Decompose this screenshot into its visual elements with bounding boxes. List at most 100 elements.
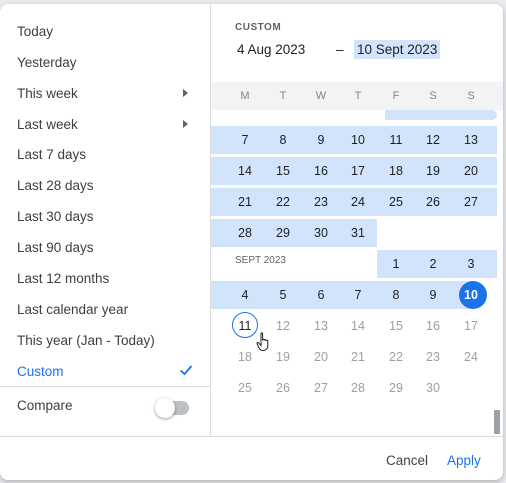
calendar-day[interactable]: 4 — [232, 285, 258, 305]
calendar-day[interactable]: 8 — [270, 130, 296, 150]
calendar-day[interactable]: 17 — [345, 161, 371, 181]
calendar-day[interactable]: 12 — [420, 130, 446, 150]
calendar-day[interactable]: 6 — [308, 285, 334, 305]
calendar-day[interactable]: 11 — [232, 316, 258, 336]
preset-last-28-days[interactable]: Last 28 days — [0, 170, 210, 200]
weekday-label: T — [354, 90, 362, 102]
range-separator: – — [336, 42, 344, 57]
calendar-day[interactable]: 31 — [345, 223, 371, 243]
calendar-day[interactable]: 30 — [308, 223, 334, 243]
calendar-day[interactable]: 15 — [383, 316, 409, 336]
weekday-label: W — [315, 90, 327, 102]
calendar-day[interactable]: 2 — [420, 254, 446, 274]
calendar-day[interactable]: 26 — [270, 378, 296, 398]
calendar-day[interactable]: 13 — [308, 316, 334, 336]
calendar-day[interactable]: 17 — [458, 316, 484, 336]
calendar-day[interactable]: 14 — [345, 316, 371, 336]
check-icon — [179, 365, 193, 376]
calendar-day[interactable]: 10 — [345, 130, 371, 150]
calendar-day[interactable]: 10 — [458, 285, 484, 305]
preset-list: Today Yesterday This week Last week Last… — [0, 4, 211, 436]
calendar-day[interactable]: 15 — [270, 161, 296, 181]
calendar-day[interactable]: 28 — [232, 223, 258, 243]
calendar-day[interactable]: 16 — [308, 161, 334, 181]
compare-row: Compare — [0, 386, 210, 425]
calendar-day[interactable]: 25 — [383, 192, 409, 212]
weekday-label: S — [429, 90, 437, 102]
calendar-day[interactable]: 9 — [308, 130, 334, 150]
range-caption: CUSTOM — [235, 22, 282, 33]
chevron-right-icon — [183, 89, 188, 97]
preset-last-7-days[interactable]: Last 7 days — [0, 139, 210, 169]
calendar-day[interactable]: 5 — [270, 285, 296, 305]
calendar-day[interactable]: 16 — [420, 316, 446, 336]
calendar-day[interactable]: 21 — [345, 347, 371, 367]
calendar-day[interactable]: 23 — [420, 347, 446, 367]
preset-label: Last 30 days — [17, 208, 94, 224]
calendar-day[interactable]: 19 — [270, 347, 296, 367]
preset-label: This year (Jan - Today) — [17, 332, 155, 348]
preset-label: Custom — [17, 363, 64, 379]
start-date-field[interactable]: 4 Aug 2023 — [237, 42, 305, 57]
calendar-day[interactable]: 8 — [383, 285, 409, 305]
calendar-day[interactable]: 11 — [383, 130, 409, 150]
preset-last-12-months[interactable]: Last 12 months — [0, 263, 210, 293]
preset-today[interactable]: Today — [0, 16, 210, 46]
calendar-day[interactable]: 24 — [458, 347, 484, 367]
hand-cursor-icon — [256, 332, 269, 351]
calendar-day[interactable]: 18 — [232, 347, 258, 367]
preset-custom[interactable]: Custom — [0, 356, 210, 386]
preset-last-week[interactable]: Last week — [0, 109, 210, 139]
calendar-day[interactable]: 9 — [420, 285, 446, 305]
weekday-label: F — [392, 90, 400, 102]
preset-label: Last calendar year — [17, 301, 129, 317]
calendar-day[interactable]: 27 — [308, 378, 334, 398]
preset-last-90-days[interactable]: Last 90 days — [0, 232, 210, 262]
preset-label: This week — [17, 85, 78, 101]
preset-label: Last week — [17, 116, 78, 132]
calendar-day[interactable]: 20 — [458, 161, 484, 181]
calendar-day[interactable]: 7 — [345, 285, 371, 305]
calendar-day[interactable]: 14 — [232, 161, 258, 181]
calendar-day[interactable]: 25 — [232, 378, 258, 398]
calendar-day[interactable]: 20 — [308, 347, 334, 367]
preset-last-calendar-year[interactable]: Last calendar year — [0, 294, 210, 324]
scrollbar-thumb[interactable] — [494, 410, 500, 434]
calendar-day[interactable]: 12 — [270, 316, 296, 336]
month-label-sept: SEPT 2023 — [235, 255, 286, 266]
calendar-day[interactable]: 13 — [458, 130, 484, 150]
date-range-dialog: Today Yesterday This week Last week Last… — [0, 4, 503, 480]
preset-this-week[interactable]: This week — [0, 78, 210, 108]
calendar-day[interactable]: 28 — [345, 378, 371, 398]
weekday-header: M T W T F S S — [211, 82, 503, 110]
calendar-day[interactable]: 23 — [308, 192, 334, 212]
calendar-day[interactable]: 21 — [232, 192, 258, 212]
calendar-day[interactable]: 24 — [345, 192, 371, 212]
preset-this-year[interactable]: This year (Jan - Today) — [0, 325, 210, 355]
calendar-day[interactable]: 30 — [420, 378, 446, 398]
calendar-day[interactable]: 3 — [458, 254, 484, 274]
cancel-button[interactable]: Cancel — [386, 453, 428, 468]
range-band — [385, 110, 497, 120]
preset-label: Yesterday — [17, 54, 77, 70]
preset-label: Last 28 days — [17, 177, 94, 193]
toggle-knob — [155, 398, 175, 418]
calendar-day[interactable]: 18 — [383, 161, 409, 181]
preset-label: Last 7 days — [17, 146, 87, 162]
calendar-day[interactable]: 1 — [383, 254, 409, 274]
end-date-field[interactable]: 10 Sept 2023 — [354, 40, 441, 59]
calendar-day[interactable]: 22 — [383, 347, 409, 367]
calendar-day[interactable]: 29 — [383, 378, 409, 398]
calendar-day[interactable]: 27 — [458, 192, 484, 212]
preset-label: Last 12 months — [17, 270, 110, 286]
compare-toggle[interactable] — [155, 398, 189, 418]
apply-button[interactable]: Apply — [447, 453, 481, 468]
calendar-day[interactable]: 19 — [420, 161, 446, 181]
calendar-day[interactable]: 22 — [270, 192, 296, 212]
preset-last-30-days[interactable]: Last 30 days — [0, 201, 210, 231]
preset-yesterday[interactable]: Yesterday — [0, 47, 210, 77]
calendar-grid: SEPT 2023 7 8 9 10 11 12 13 14 15 16 17 18 19 20 21 22 2… — [211, 110, 503, 436]
calendar-day[interactable]: 26 — [420, 192, 446, 212]
calendar-day[interactable]: 29 — [270, 223, 296, 243]
calendar-day[interactable]: 7 — [232, 130, 258, 150]
